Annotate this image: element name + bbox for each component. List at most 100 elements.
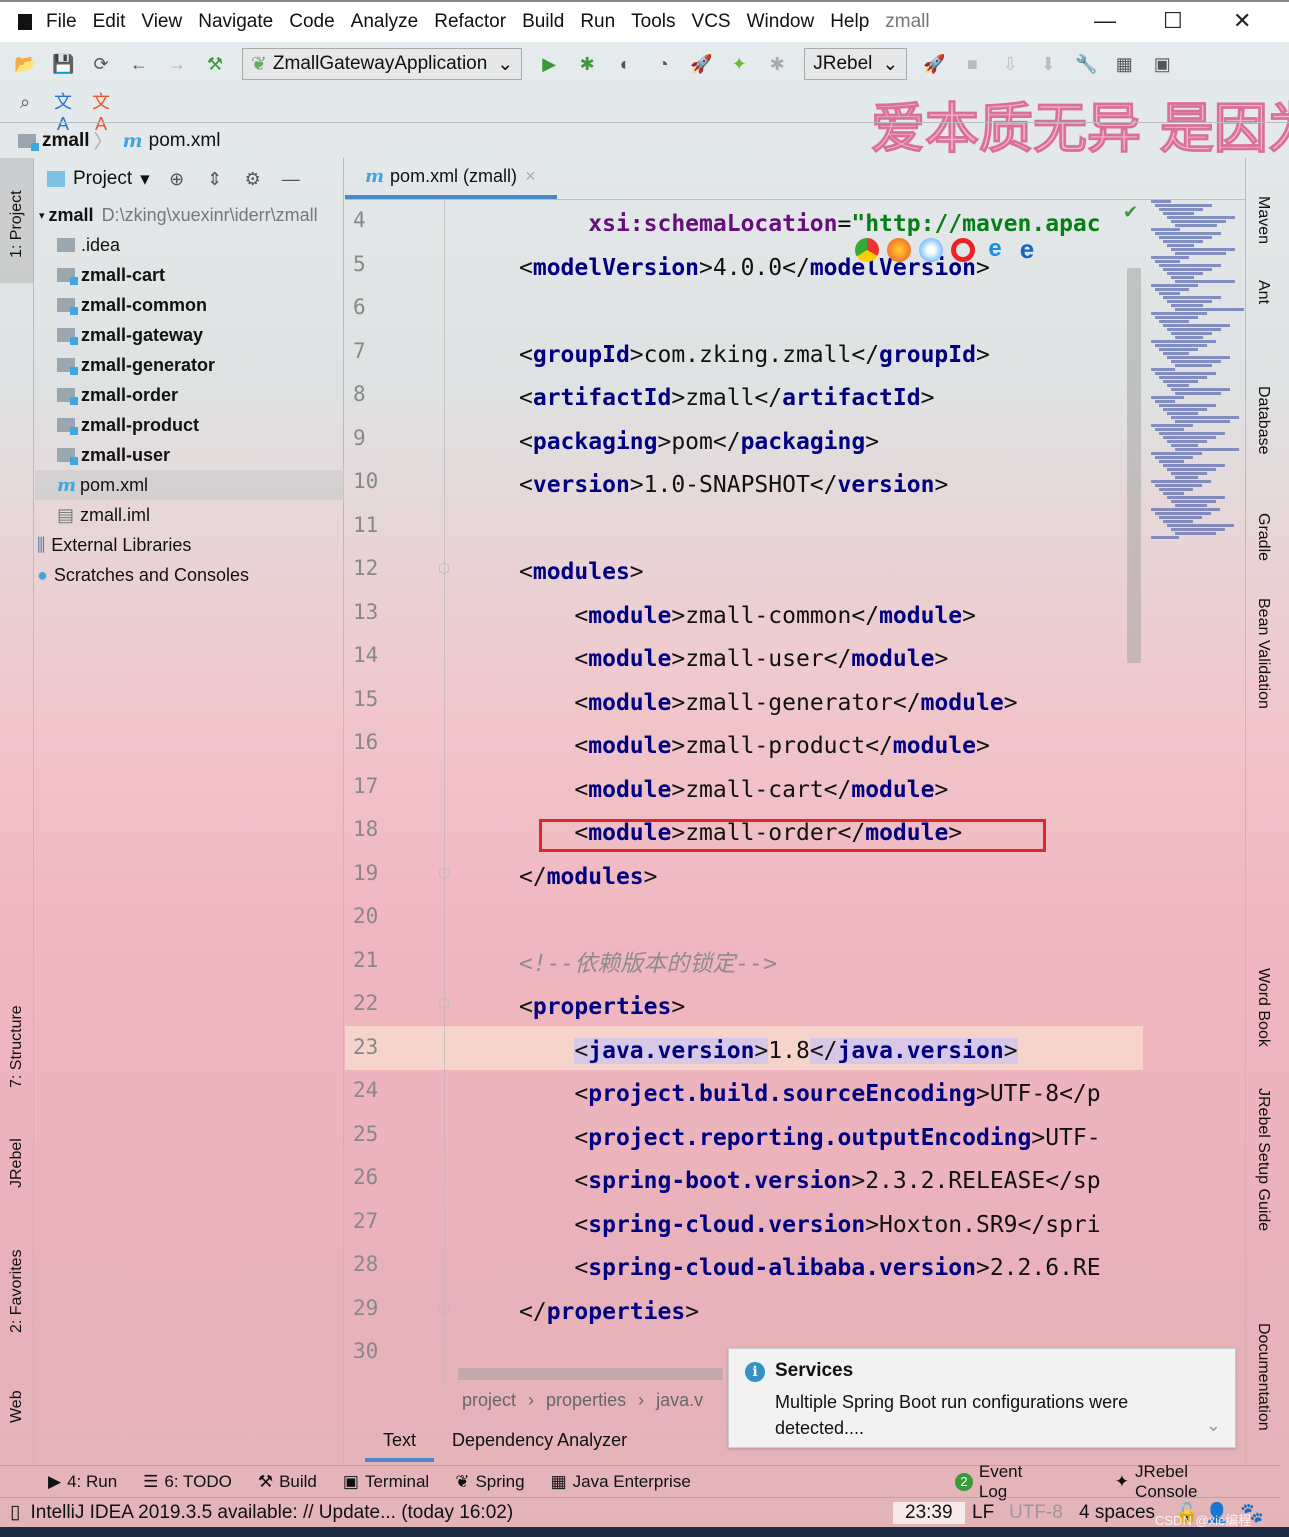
services-icon[interactable]: ▣: [1151, 53, 1173, 75]
code-line[interactable]: <module>zmall-product</module>: [574, 725, 989, 768]
edge-icon[interactable]: e: [1015, 236, 1039, 262]
stripe-database[interactable]: Database: [1254, 386, 1272, 455]
tool-window-jrebel-console[interactable]: ✦ JRebel Console: [1115, 1462, 1254, 1502]
jrebel-debug-icon[interactable]: ✦: [728, 53, 750, 75]
vertical-scrollbar[interactable]: [1127, 268, 1141, 663]
line-separator[interactable]: LF: [972, 1502, 994, 1524]
stripe-maven[interactable]: Maven: [1254, 196, 1272, 244]
chevron-down-icon[interactable]: ▾: [140, 168, 150, 191]
file-encoding[interactable]: UTF-8: [1009, 1502, 1063, 1524]
tree-item-zmall-generator[interactable]: zmall-generator: [35, 350, 344, 380]
deploy-icon[interactable]: ⬇: [1037, 53, 1059, 75]
back-icon[interactable]: ←: [128, 53, 150, 75]
code-line[interactable]: <module>zmall-cart</module>: [574, 769, 948, 812]
menu-build[interactable]: Build: [522, 11, 564, 33]
jrebel-select[interactable]: JRebel ⌄: [804, 48, 908, 80]
tree-item-zmall-product[interactable]: zmall-product: [35, 410, 344, 440]
safari-icon[interactable]: [919, 238, 943, 262]
horizontal-scrollbar[interactable]: [458, 1368, 723, 1380]
stripe-gradle[interactable]: Gradle: [1254, 513, 1272, 561]
notification-body[interactable]: Multiple Spring Boot run configurations …: [775, 1389, 1195, 1441]
stripe-bean-validation[interactable]: Bean Validation: [1254, 598, 1272, 709]
breadcrumb-project[interactable]: zmall: [42, 130, 90, 152]
ie-icon[interactable]: e: [983, 237, 1007, 262]
stripe-project[interactable]: 1: Project: [8, 190, 26, 258]
crumb-project[interactable]: project: [462, 1390, 516, 1411]
collapse-all-icon[interactable]: ⇕: [204, 168, 226, 190]
stripe-jrebel[interactable]: JRebel: [8, 1138, 26, 1188]
minimap[interactable]: [1143, 200, 1245, 550]
profile-icon[interactable]: ◔: [652, 53, 674, 75]
run-icon[interactable]: ▶: [538, 53, 560, 75]
crumb-properties[interactable]: properties: [546, 1390, 626, 1411]
expand-chevron-icon[interactable]: ⌄: [1206, 1415, 1221, 1436]
minimize-button[interactable]: —: [1094, 8, 1116, 34]
tab-text[interactable]: Text: [365, 1424, 435, 1462]
menu-refactor[interactable]: Refactor: [434, 11, 506, 33]
tree-item-zmall-common[interactable]: zmall-common: [35, 290, 344, 320]
menu-view[interactable]: View: [141, 11, 182, 33]
code-line[interactable]: <project.build.sourceEncoding>UTF-8</p: [574, 1073, 1100, 1116]
status-toggle-icon[interactable]: ▯: [10, 1501, 20, 1524]
code-line[interactable]: <module>zmall-user</module>: [574, 638, 948, 681]
stripe-word-book[interactable]: Word Book: [1254, 968, 1272, 1047]
project-structure-icon[interactable]: ▦: [1113, 53, 1135, 75]
fold-marker-icon[interactable]: ⬡: [438, 995, 450, 1012]
search-icon[interactable]: ⌕: [14, 91, 36, 113]
menu-window[interactable]: Window: [747, 11, 815, 33]
menu-navigate[interactable]: Navigate: [198, 11, 273, 33]
tree-item-zmall-gateway[interactable]: zmall-gateway: [35, 320, 344, 350]
open-icon[interactable]: 📂: [14, 53, 36, 75]
services-notification[interactable]: i Services Multiple Spring Boot run conf…: [728, 1348, 1236, 1448]
translate-replace-icon[interactable]: 文A: [90, 91, 112, 134]
stripe-jrebel-setup-guide[interactable]: JRebel Setup Guide: [1254, 1088, 1272, 1231]
code-line[interactable]: </modules>: [519, 856, 658, 899]
code-line[interactable]: <properties>: [519, 986, 685, 1029]
tool-window-6-todo[interactable]: ☰ 6: TODO: [143, 1472, 232, 1492]
tree-item-zmall-cart[interactable]: zmall-cart: [35, 260, 344, 290]
tool-window-build[interactable]: ⚒ Build: [258, 1472, 317, 1492]
indent-setting[interactable]: 4 spaces: [1079, 1502, 1155, 1524]
code-line[interactable]: <!--依赖版本的锁定-->: [519, 943, 777, 986]
code-line[interactable]: <groupId>com.zking.zmall</groupId>: [519, 334, 990, 377]
debug-icon[interactable]: ✱: [576, 53, 598, 75]
code-area[interactable]: xsi:schemaLocation="http://maven.apac <mo…: [345, 203, 1143, 1388]
breadcrumb-file[interactable]: pom.xml: [149, 130, 221, 152]
caret-position[interactable]: 23:39: [893, 1501, 965, 1524]
forward-icon[interactable]: →: [166, 53, 188, 75]
locate-icon[interactable]: ⊕: [166, 168, 188, 190]
maximize-button[interactable]: ☐: [1163, 8, 1183, 34]
tool-window-spring[interactable]: ❦ Spring: [455, 1472, 524, 1492]
code-line[interactable]: <module>zmall-common</module>: [574, 595, 976, 638]
code-line[interactable]: </properties>: [519, 1291, 699, 1334]
menu-help[interactable]: Help: [830, 11, 869, 33]
code-line[interactable]: <java.version>1.8</java.version>: [574, 1030, 1018, 1073]
stripe-favorites[interactable]: 2: Favorites: [8, 1249, 26, 1333]
update-icon[interactable]: ⇩: [999, 53, 1021, 75]
code-line[interactable]: <spring-cloud.version>Hoxton.SR9</spri: [574, 1204, 1100, 1247]
menu-analyze[interactable]: Analyze: [351, 11, 419, 33]
stop-icon[interactable]: ■: [961, 53, 983, 75]
code-line[interactable]: <module>zmall-generator</module>: [574, 682, 1017, 725]
tree-item-zmall-user[interactable]: zmall-user: [35, 440, 344, 470]
tree-item-zmall-order[interactable]: zmall-order: [35, 380, 344, 410]
chrome-icon[interactable]: [855, 238, 879, 262]
code-line[interactable]: <packaging>pom</packaging>: [519, 421, 879, 464]
status-message[interactable]: IntelliJ IDEA 2019.3.5 available: // Upd…: [30, 1502, 513, 1524]
menu-edit[interactable]: Edit: [93, 11, 126, 33]
save-icon[interactable]: 💾: [52, 53, 74, 75]
code-line[interactable]: <spring-cloud-alibaba.version>2.2.6.RE: [574, 1247, 1100, 1290]
stripe-documentation[interactable]: Documentation: [1254, 1323, 1272, 1431]
opera-icon[interactable]: [951, 238, 975, 262]
settings-wrench-icon[interactable]: 🔧: [1075, 53, 1097, 75]
tree-item-zmall-iml[interactable]: ▤ zmall.iml: [35, 500, 344, 530]
run-config-select[interactable]: ❦ ZmallGatewayApplication ⌄: [242, 48, 523, 80]
code-line[interactable]: <artifactId>zmall</artifactId>: [519, 377, 934, 420]
tree-item-scratches-and-consoles[interactable]: ● Scratches and Consoles: [35, 560, 344, 590]
tool-window-java-enterprise[interactable]: ▦ Java Enterprise: [551, 1472, 691, 1492]
hide-icon[interactable]: —: [280, 168, 302, 190]
expand-icon[interactable]: ▾: [39, 209, 45, 222]
menu-run[interactable]: Run: [580, 11, 615, 33]
translate-icon[interactable]: 文A: [52, 91, 74, 134]
rocket-icon[interactable]: 🚀: [923, 53, 945, 75]
